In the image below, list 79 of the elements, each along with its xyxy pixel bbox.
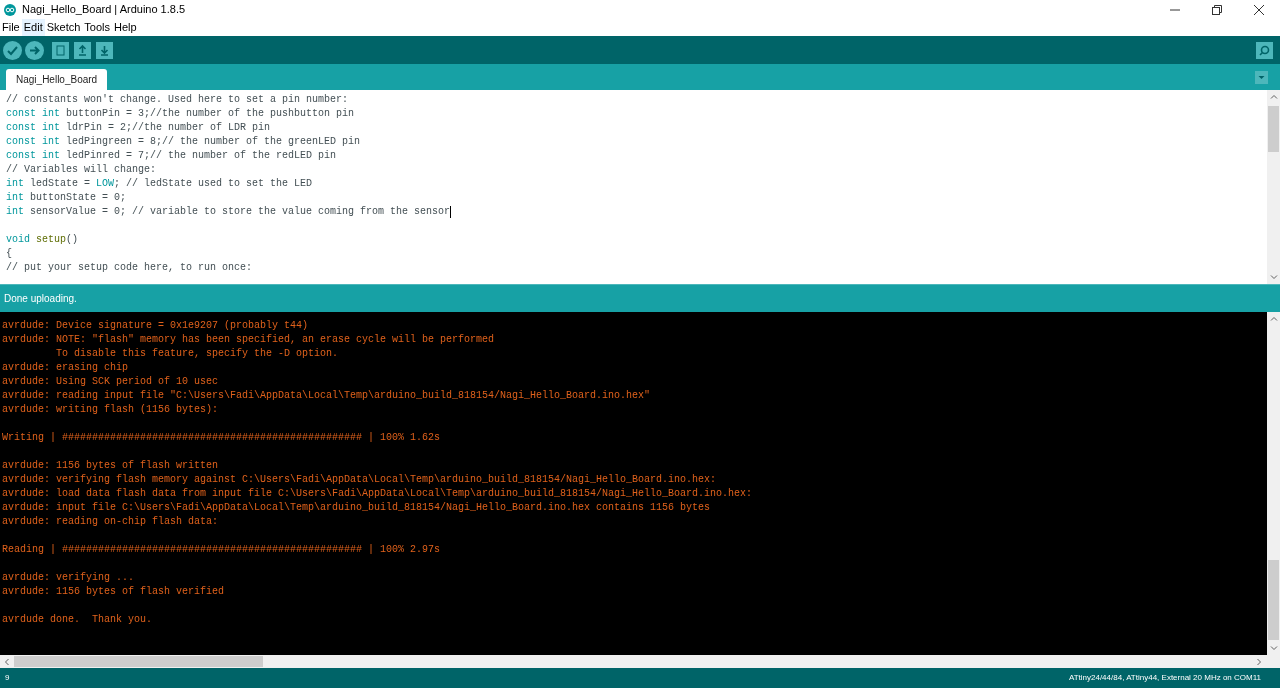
- save-button[interactable]: [96, 41, 113, 59]
- serial-monitor-button[interactable]: [1256, 41, 1273, 59]
- console-line: avrdude: 1156 bytes of flash verified: [2, 585, 225, 599]
- menu-item[interactable]: Sketch: [44, 19, 83, 36]
- scrollbar-thumb[interactable]: [14, 656, 263, 667]
- code-text: ledState =: [29, 177, 92, 191]
- code-text: int: [6, 205, 24, 219]
- menu-item[interactable]: Help: [112, 19, 139, 36]
- console-line: avrdude: Device signature = 0x1e9207 (probably t44): [2, 319, 309, 333]
- console-line: avrdude done. Thank you.: [2, 613, 153, 627]
- scroll-down-icon[interactable]: [1269, 273, 1278, 281]
- scrollbar-thumb[interactable]: [1268, 560, 1279, 640]
- open-button[interactable]: [74, 41, 91, 59]
- window-title: Nagi_Hello_Board | Arduino 1.8.5: [22, 2, 186, 18]
- code-text: // ledState used to set the LED: [126, 177, 313, 191]
- code-text: buttonPin = 3;: [65, 107, 151, 121]
- console-line: Writing | ################################################## | 100% 1.62s: [2, 431, 441, 445]
- text-cursor: [450, 206, 452, 218]
- scrollbar-thumb[interactable]: [1268, 106, 1279, 152]
- code-text: //the number of LDR pin: [132, 121, 271, 135]
- code-text: // constants won't change. Used here to set a pin number:: [6, 93, 349, 107]
- code-text: int: [6, 177, 24, 191]
- console-line: avrdude: load data flash data from input file C:\Users\Fadi\AppData\Local\Temp\arduino_build_818154/Nagi_Hello_Board.ino.hex:: [2, 487, 753, 501]
- console-line: avrdude: Using SCK period of 10 usec: [2, 375, 219, 389]
- scrollbar[interactable]: [0, 655, 1280, 668]
- code-text: {: [6, 247, 12, 261]
- code-text: // variable to store the value coming from the sensor: [132, 205, 451, 219]
- menu-item[interactable]: File: [0, 19, 22, 36]
- code-text: buttonState = 0;: [29, 191, 127, 205]
- code-text: sensorValue = 0;: [29, 205, 128, 219]
- console-line: avrdude: reading input file "C:\Users\Fadi\AppData\Local\Temp\arduino_build_818154/Nagi_Hello_Board.ino.hex": [2, 389, 651, 403]
- console-line: avrdude: 1156 bytes of flash written: [2, 459, 219, 473]
- menu-item[interactable]: Tools: [82, 19, 113, 36]
- scrollbar[interactable]: [1267, 312, 1280, 655]
- scroll-down-icon[interactable]: [1269, 644, 1278, 652]
- code-text: ledPingreen = 8;: [65, 135, 163, 149]
- code-text: LOW: [96, 177, 115, 191]
- console-line: avrdude: verifying ...: [2, 571, 135, 585]
- code-text: (): [66, 233, 79, 247]
- console-line: avrdude: reading on-chip flash data:: [2, 515, 219, 529]
- console-line: avrdude: erasing chip: [2, 361, 129, 375]
- line-number: 9: [5, 672, 10, 684]
- scroll-left-icon[interactable]: [3, 657, 11, 666]
- code-text: ;: [114, 177, 122, 191]
- code-text: const int: [6, 149, 60, 163]
- scroll-up-icon[interactable]: [1269, 93, 1278, 101]
- close-icon[interactable]: [1254, 4, 1264, 15]
- scroll-right-icon[interactable]: [1255, 657, 1263, 666]
- scrollbar[interactable]: [1267, 90, 1280, 284]
- upload-button[interactable]: [25, 40, 44, 60]
- console-line: avrdude: verifying flash memory against C:\Users\Fadi\AppData\Local\Temp\arduino_build_818154/Nagi_Hello_Board.ino.hex:: [2, 473, 717, 487]
- console-line: To disable this feature, specify the -D option.: [55, 347, 339, 361]
- code-text: ledPinred = 7;: [65, 149, 151, 163]
- status-message: Done uploading.: [4, 292, 77, 306]
- file-tab[interactable]: Nagi_Hello_Board: [6, 69, 108, 90]
- code-text: const int: [6, 107, 60, 121]
- console-line: avrdude: input file C:\Users\Fadi\AppData\Local\Temp\arduino_build_818154/Nagi_Hello_Board.ino.hex contains 1156 bytes: [2, 501, 711, 515]
- console-line: avrdude: NOTE: "flash" memory has been specified, an erase cycle will be performed: [2, 333, 495, 347]
- code-text: void: [6, 233, 31, 247]
- board-info: ATtiny24/44/84, ATtiny44, External 20 MHz on COM11: [1068, 672, 1261, 684]
- new-file-button[interactable]: [52, 41, 69, 59]
- console-line: avrdude: writing flash (1156 bytes):: [2, 403, 219, 417]
- code-text: // the number of the redLED pin: [150, 149, 337, 163]
- code-text: const int: [6, 135, 60, 149]
- scroll-up-icon[interactable]: [1269, 315, 1278, 323]
- menu-item[interactable]: Edit: [21, 19, 45, 36]
- code-text: //the number of the pushbutton pin: [150, 107, 355, 121]
- code-text: const int: [6, 121, 60, 135]
- code-text: int: [6, 191, 24, 205]
- code-text: setup: [36, 233, 67, 247]
- restore-icon[interactable]: [1212, 4, 1222, 15]
- code-text: // put your setup code here, to run once:: [6, 261, 253, 275]
- tab-menu-button[interactable]: [1255, 71, 1268, 84]
- app-logo-icon: [4, 3, 16, 16]
- code-text: // the number of the greenLED pin: [162, 135, 361, 149]
- console-line: Reading | ################################################## | 100% 2.97s: [2, 543, 441, 557]
- code-text: ldrPin = 2;: [65, 121, 133, 135]
- code-text: // Variables will change:: [6, 163, 157, 177]
- verify-button[interactable]: [3, 40, 22, 60]
